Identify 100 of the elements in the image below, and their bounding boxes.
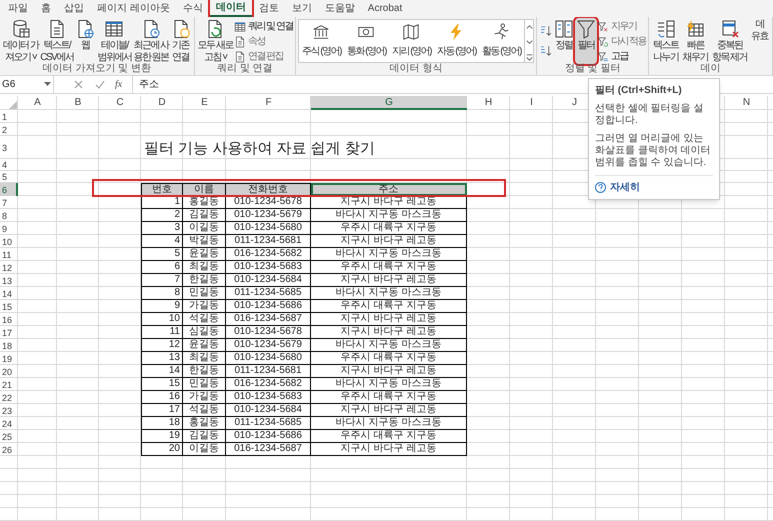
row-header[interactable]: 11 (0, 248, 18, 262)
table-header-cell: 이름 (183, 183, 226, 196)
filter-advanced-icon (596, 50, 609, 63)
ribbon-tab[interactable]: 검토 (252, 0, 285, 18)
row-header[interactable]: 13 (0, 274, 18, 288)
table-cell: 가길동 (183, 300, 226, 314)
data-type-button[interactable]: 통화 (영어) (344, 20, 389, 62)
row-header[interactable]: 16 (0, 313, 18, 326)
column-header[interactable]: E (183, 96, 226, 110)
column-header[interactable]: I (510, 96, 553, 110)
table-cell: 우주시 대륙구 지구동 (311, 391, 467, 404)
column-header[interactable]: C (99, 96, 141, 110)
ribbon-button[interactable]: 텍스트 나누기 (652, 18, 680, 64)
ribbon-tab[interactable]: 페이지 레이아웃 (91, 0, 176, 18)
ribbon-button[interactable]: 빠른 채우기 (682, 18, 710, 64)
row-header[interactable]: 8 (0, 209, 18, 222)
row-header[interactable]: 6 (0, 183, 18, 196)
table-cell: 8 (141, 287, 183, 300)
ribbon-small-button[interactable]: 고급 (596, 50, 646, 64)
data-type-button[interactable]: 주식 (영어) (298, 20, 344, 62)
data-type-button[interactable]: 활동 (영어) (478, 20, 524, 62)
map-icon (402, 23, 420, 42)
row-header[interactable]: 17 (0, 326, 18, 340)
row-header[interactable]: 20 (0, 365, 18, 378)
table-cell: 19 (141, 430, 183, 444)
table-cell: 심길동 (183, 326, 226, 340)
row-header[interactable]: 26 (0, 443, 18, 456)
ribbon-button[interactable]: 데이터 가 져오기 ˅ (2, 18, 40, 64)
ribbon-button[interactable]: 데 유효 (750, 18, 770, 64)
group-label: 데이 (700, 62, 722, 75)
row-header[interactable]: 5 (0, 171, 18, 184)
data-type-button[interactable]: 지리 (영어) (388, 20, 434, 62)
ribbon-button[interactable]: 모두 새로 고침 ˅ (196, 18, 234, 64)
ribbon-tab[interactable]: 파일 (2, 0, 34, 18)
ribbon-small-button[interactable]: 쿼리 및 연결 (234, 20, 293, 34)
document-icon (234, 50, 246, 63)
row-header[interactable]: 18 (0, 339, 18, 352)
ribbon-tab[interactable]: 수식 (176, 0, 209, 18)
check-icon[interactable] (95, 80, 105, 89)
row-header[interactable]: 21 (0, 378, 18, 392)
row-header[interactable]: 12 (0, 261, 18, 274)
row-header[interactable]: 10 (0, 235, 18, 248)
row-header[interactable]: 15 (0, 300, 18, 314)
table-cell: 010-1234-5683 (226, 261, 311, 274)
table-cell: 11 (141, 326, 183, 340)
table-cell: 우주시 대륙구 지구동 (311, 261, 467, 274)
close-icon[interactable] (74, 80, 83, 89)
column-header[interactable]: H (467, 96, 510, 110)
column-header[interactable]: N (725, 96, 768, 110)
column-header[interactable]: D (141, 96, 183, 110)
help-link[interactable]: 자세히 (595, 180, 640, 195)
group-label: 데이터 가져오기 및 변환 (42, 62, 152, 75)
table-cell: 지구시 바다구 레고동 (311, 365, 467, 378)
ribbon-button[interactable]: 웹 (74, 18, 96, 64)
table-cell: 가길동 (183, 391, 226, 404)
row-header[interactable]: 24 (0, 417, 18, 430)
column-header[interactable]: A (18, 96, 57, 110)
table-cell: 바다시 지구동 마스크동 (311, 209, 467, 222)
table-cell: 윤길동 (183, 248, 226, 262)
ribbon-tab[interactable]: 삽입 (58, 0, 90, 18)
ribbon-button[interactable]: 필터 (574, 18, 597, 64)
table-cell: 김길동 (183, 209, 226, 222)
table-cell: 016-1234-5682 (226, 248, 311, 262)
ribbon-button[interactable]: 최근에 사 용한 원본 (132, 18, 170, 64)
row-header[interactable]: 4 (0, 159, 18, 172)
ribbon-button[interactable]: 텍스트/ CSV에서 (39, 18, 74, 64)
ribbon-button[interactable]: 정렬 (552, 18, 575, 64)
table-cell: 18 (141, 417, 183, 430)
data-type-button[interactable]: 자동 (영어) (434, 20, 479, 62)
ribbon-tab[interactable]: 보기 (286, 0, 318, 18)
table-cell: 5 (141, 248, 183, 262)
table-cell: 우주시 대륙구 지구동 (311, 222, 467, 236)
row-header[interactable]: 9 (0, 222, 18, 236)
ribbon-button[interactable]: 중복된 항목 제거 (710, 18, 748, 64)
column-header[interactable]: B (57, 96, 99, 110)
table-cell: 민길동 (183, 378, 226, 392)
row-header[interactable]: 23 (0, 404, 18, 418)
row-header[interactable]: 19 (0, 352, 18, 366)
table-cell: 지구시 바다구 레고동 (311, 196, 467, 210)
row-header[interactable]: 25 (0, 430, 18, 444)
table-header-cell: 주소 (311, 183, 467, 196)
ribbon-tab[interactable]: 도움말 (318, 0, 361, 18)
table-cell: 010-1234-5683 (226, 391, 311, 404)
table-header-cell: 전화번호 (226, 183, 311, 196)
row-header[interactable]: 22 (0, 391, 18, 404)
row-header[interactable]: 2 (0, 123, 18, 136)
ribbon-tab[interactable]: 홈 (35, 0, 57, 18)
ribbon-button[interactable]: 테이블/ 범위에서 (96, 18, 132, 64)
function-button[interactable]: fx (115, 76, 122, 92)
column-header[interactable]: F (226, 96, 311, 110)
row-header[interactable]: 3 (0, 136, 18, 160)
ribbon-tab[interactable]: Acrobat (362, 0, 408, 18)
name-box[interactable]: G6 (0, 76, 54, 93)
ribbon-button[interactable]: 기존 연결 (170, 18, 192, 64)
row-header[interactable]: 1 (0, 110, 18, 124)
sheet-title: 필터 기능 사용하여 자료 쉽게 찾기 (143, 139, 375, 160)
column-header[interactable]: G (311, 96, 467, 110)
row-header[interactable]: 7 (0, 196, 18, 210)
row-header[interactable]: 14 (0, 287, 18, 300)
table-cell: 한길동 (183, 274, 226, 288)
